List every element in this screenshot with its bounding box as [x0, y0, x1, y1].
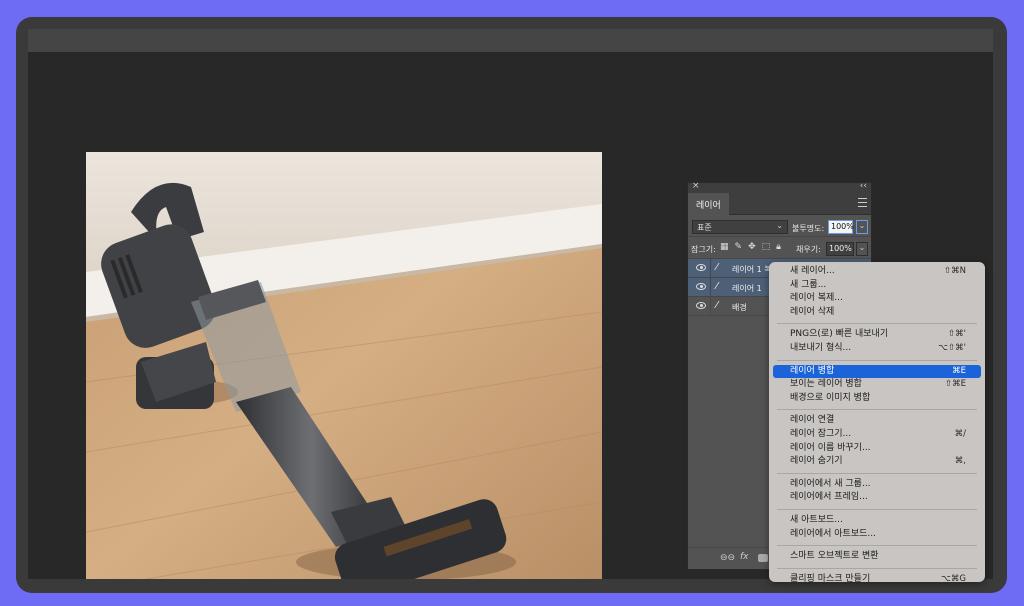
document-image[interactable]: [86, 152, 602, 579]
menu-shortcut: ⌥⌘G: [941, 573, 966, 582]
fill-chevron-icon[interactable]: ⌄: [856, 242, 868, 256]
menu-item-label: 스마트 오브젝트로 변환: [790, 551, 879, 562]
fill-input[interactable]: 100%: [826, 242, 854, 256]
menu-item-label: 레이어 병합: [790, 365, 835, 376]
menu-shortcut: ⇧⌘': [948, 329, 966, 340]
menu-item-label: 새 그룹...: [790, 279, 827, 290]
chevron-down-icon: ⌄: [776, 221, 783, 230]
menu-item-label: 레이어 복제...: [790, 293, 843, 304]
layer-name: 배경: [732, 303, 747, 312]
menu-item-label: 보이는 레이어 병합: [790, 379, 862, 390]
lock-label: 잠그기:: [691, 245, 716, 254]
fx-icon[interactable]: fx: [740, 552, 749, 562]
menu-shortcut: ⇧⌘N: [944, 266, 966, 276]
brush-icon: ⁄: [716, 281, 718, 292]
menu-item-label: 새 레이어...: [790, 266, 835, 276]
divider: [710, 297, 711, 316]
layer-name: 레이어 1: [732, 284, 762, 293]
brush-icon: ⁄: [716, 262, 718, 273]
lock-move-icon[interactable]: ✥: [748, 242, 756, 252]
menu-item-lock-layers[interactable]: 레이어 잠그기... ⌘/: [773, 428, 981, 442]
menu-shortcut: ⇧⌘E: [945, 379, 966, 390]
eye-icon[interactable]: [696, 302, 706, 309]
divider: [710, 259, 711, 278]
menu-item-rename-layer[interactable]: 레이어 이름 바꾸기...: [773, 442, 981, 456]
menu-item-merge-layers[interactable]: 레이어 병합 ⌘E: [773, 364, 981, 379]
menu-item-label: 내보내기 형식...: [790, 342, 852, 353]
menu-separator: [777, 409, 977, 411]
menu-item-label: 레이어 삭제: [790, 306, 835, 317]
collapse-icon[interactable]: ‹‹: [860, 181, 867, 191]
menu-item-label: 클리핑 마스크 만들기: [790, 573, 871, 582]
menu-item-convert-smart-object[interactable]: 스마트 오브젝트로 변환: [773, 550, 981, 564]
menu-separator: [777, 545, 977, 547]
mask-icon[interactable]: [758, 554, 768, 562]
menu-shortcut: ⌥⇧⌘': [938, 342, 966, 353]
menu-item-new-artboard[interactable]: 새 아트보드...: [773, 514, 981, 528]
menu-item-label: 레이어 숨기기: [790, 456, 843, 467]
menu-item-new-layer[interactable]: 새 레이어... ⇧⌘N: [773, 265, 981, 279]
layer-context-menu: 새 레이어... ⇧⌘N 새 그룹... 레이어 복제... 레이어 삭제 PNG…: [769, 262, 985, 582]
menu-item-delete-layer[interactable]: 레이어 삭제: [773, 306, 981, 320]
menu-item-label: PNG으(로) 빠른 내보내기: [790, 329, 889, 340]
panel-tab-row: 레이어: [688, 193, 871, 215]
panel-menu-icon[interactable]: [858, 198, 867, 207]
opacity-chevron-icon[interactable]: ⌄: [856, 220, 868, 234]
eye-icon[interactable]: [696, 264, 706, 271]
menu-item-label: 레이어에서 프레임...: [790, 492, 868, 503]
divider: [710, 278, 711, 297]
panel-header: × ‹‹: [688, 181, 871, 193]
menu-item-quick-export-png[interactable]: PNG으(로) 빠른 내보내기 ⇧⌘': [773, 328, 981, 342]
blend-mode-select[interactable]: 표준 ⌄: [692, 220, 788, 234]
menu-item-frame-from-layers[interactable]: 레이어에서 프레임...: [773, 491, 981, 505]
menu-item-artboard-from-layers[interactable]: 레이어에서 아트보드...: [773, 528, 981, 542]
brush-icon: ⁄: [716, 300, 718, 311]
menu-item-flatten-image[interactable]: 배경으로 이미지 병합: [773, 392, 981, 406]
lock-all-icon[interactable]: 🔒︎: [776, 242, 781, 252]
menu-item-label: 레이어 연결: [790, 415, 835, 426]
lock-brush-icon[interactable]: ✎: [735, 242, 743, 252]
blend-mode-value: 표준: [697, 223, 712, 232]
opacity-input[interactable]: 100%: [828, 220, 854, 234]
menu-separator: [777, 323, 977, 325]
menu-item-label: 배경으로 이미지 병합: [790, 392, 871, 403]
menu-item-group-from-layers[interactable]: 레이어에서 새 그룹...: [773, 478, 981, 492]
menu-item-new-group[interactable]: 새 그룹...: [773, 279, 981, 293]
menu-item-create-clipping-mask[interactable]: 클리핑 마스크 만들기 ⌥⌘G: [773, 573, 981, 582]
menu-item-label: 레이어 잠그기...: [790, 428, 852, 439]
link-layers-icon[interactable]: ⊖⊖: [720, 553, 735, 563]
eye-icon[interactable]: [696, 283, 706, 290]
lock-artboard-icon[interactable]: ⬚: [762, 242, 771, 252]
menu-item-export-as[interactable]: 내보내기 형식... ⌥⇧⌘': [773, 342, 981, 356]
menu-item-label: 레이어에서 새 그룹...: [790, 478, 871, 489]
menu-item-link-layers[interactable]: 레이어 연결: [773, 414, 981, 428]
lock-transparent-icon[interactable]: ▦: [720, 242, 729, 252]
menu-item-label: 레이어에서 아트보드...: [790, 528, 876, 539]
menu-separator: [777, 472, 977, 474]
menu-shortcut: ⌘/: [954, 428, 966, 439]
app-window: × ‹‹ 레이어 표준 ⌄ 불투명도: 100% ⌄ 잠그기: ▦ ✎ ✥ ⬚ …: [16, 17, 1007, 593]
vacuum-photo-illustration: [86, 152, 602, 579]
tab-layers[interactable]: 레이어: [688, 193, 729, 215]
opacity-label: 불투명도:: [792, 224, 825, 233]
menu-shortcut: ⌘,: [954, 456, 966, 467]
lock-icons: ▦ ✎ ✥ ⬚ 🔒︎: [720, 242, 781, 252]
options-bar: [28, 29, 993, 52]
menu-separator: [777, 359, 977, 361]
menu-item-label: 새 아트보드...: [790, 514, 843, 525]
menu-shortcut: ⌘E: [952, 365, 966, 376]
fill-label: 채우기:: [796, 245, 821, 254]
menu-item-duplicate-layer[interactable]: 레이어 복제...: [773, 292, 981, 306]
menu-item-hide-layers[interactable]: 레이어 숨기기 ⌘,: [773, 455, 981, 469]
close-icon[interactable]: ×: [692, 181, 700, 191]
blend-opacity-row: 표준 ⌄ 불투명도: 100% ⌄: [688, 215, 871, 237]
lock-fill-row: 잠그기: ▦ ✎ ✥ ⬚ 🔒︎ 채우기: 100% ⌄: [688, 237, 871, 259]
menu-separator: [777, 508, 977, 510]
menu-separator: [777, 567, 977, 569]
menu-item-label: 레이어 이름 바꾸기...: [790, 442, 871, 453]
menu-item-merge-visible[interactable]: 보이는 레이어 병합 ⇧⌘E: [773, 378, 981, 392]
